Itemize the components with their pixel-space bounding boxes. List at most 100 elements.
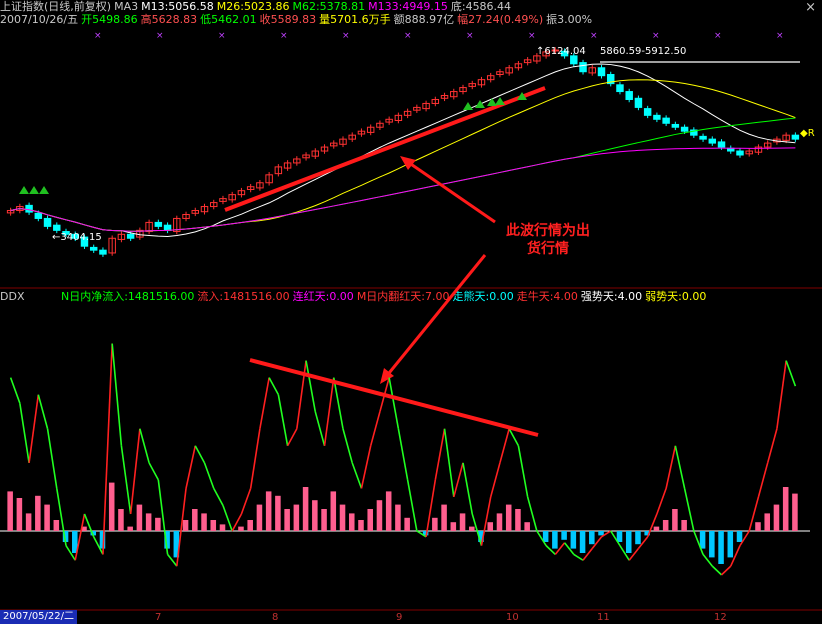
ddx-bar xyxy=(192,509,198,531)
ddx-bar xyxy=(662,520,669,531)
low-label: ←3404.15 xyxy=(52,232,102,243)
ddx-line xyxy=(286,428,298,447)
ddx-bar xyxy=(182,520,189,531)
ddx-line xyxy=(314,411,326,447)
ddx-bar xyxy=(164,531,170,549)
signal-marker-icon: × xyxy=(652,31,660,41)
range-label: 5860.59-5912.50 xyxy=(600,46,687,57)
candle-body xyxy=(25,204,33,213)
ddx-bar xyxy=(459,513,466,531)
month-tick: 7 xyxy=(155,612,162,623)
ddx-line xyxy=(176,488,187,567)
ddx-line xyxy=(637,536,649,550)
ddx-bar xyxy=(201,513,207,531)
candle-body xyxy=(791,134,800,140)
month-tick: 9 xyxy=(396,612,403,623)
candle-body xyxy=(699,135,707,140)
ddx-bar xyxy=(561,531,567,540)
ddx-line xyxy=(776,360,787,429)
ddx-line xyxy=(249,428,261,489)
candle-body xyxy=(163,224,172,231)
ddx-bar xyxy=(644,531,650,536)
ddx-bar xyxy=(672,509,678,531)
ddx-line xyxy=(83,513,95,538)
ddx-line xyxy=(46,428,58,489)
ddx-line xyxy=(683,488,695,532)
ddx-bar xyxy=(81,526,87,531)
ddx-bar xyxy=(515,509,521,531)
ddx-bar xyxy=(764,513,770,531)
ddx-line xyxy=(194,445,206,464)
ddx-bar xyxy=(247,520,253,531)
ddx-line xyxy=(416,530,427,538)
signal-marker-icon: × xyxy=(528,31,536,41)
ddx-bar xyxy=(542,531,549,542)
ddx-bar xyxy=(404,517,410,531)
candle-body xyxy=(717,141,726,148)
ddx-line xyxy=(757,462,769,498)
ddx-line xyxy=(55,488,67,546)
ddx-line xyxy=(148,462,160,481)
ddx-line xyxy=(129,428,141,515)
ddx-line xyxy=(19,403,30,463)
candle-body xyxy=(625,91,633,100)
ddx-bar xyxy=(25,513,32,531)
ddx-line xyxy=(508,428,520,447)
consecutive-red: 连红天:0.00 xyxy=(292,290,354,303)
price-panel[interactable]: × × × × × × × × × × × × xyxy=(0,0,822,290)
ddx-line xyxy=(277,394,289,446)
ddx-bar xyxy=(570,531,577,549)
ddx-bar xyxy=(90,531,97,536)
ddx-bar xyxy=(773,504,780,531)
ddx-line xyxy=(323,377,335,446)
ddx-line xyxy=(646,513,658,538)
ddx-line xyxy=(268,377,280,396)
annotation-line-1: 此波行情为出 xyxy=(506,223,590,239)
ddx-name: DDX xyxy=(0,290,25,303)
ddx-line xyxy=(628,548,640,561)
ddx-bar xyxy=(736,531,743,542)
signal-marker-icon: × xyxy=(466,31,474,41)
signal-marker-icon: × xyxy=(218,31,226,41)
ddx-bar xyxy=(145,513,152,531)
ddx-line xyxy=(360,445,372,489)
ddx-bar xyxy=(265,491,272,531)
candle-body xyxy=(634,97,643,108)
candle-body xyxy=(680,126,689,132)
signal-marker-icon: × xyxy=(94,31,102,41)
ddx-line xyxy=(554,542,566,555)
n-day-red: M日内翻红天:7.00 xyxy=(356,290,450,303)
signal-marker-icon: × xyxy=(342,31,350,41)
ddx-line xyxy=(434,428,446,481)
signal-marker-icon: × xyxy=(776,31,784,41)
ddx-line xyxy=(231,513,243,532)
strong-days: 强势天:4.00 xyxy=(580,290,643,303)
ddx-bar xyxy=(422,531,429,536)
buy-signal-icon xyxy=(495,97,505,105)
ma26-line xyxy=(10,79,796,232)
ddx-line xyxy=(453,462,464,498)
trend-line xyxy=(224,86,546,212)
ddx-bar xyxy=(496,513,503,531)
candle-body xyxy=(99,249,107,255)
ddx-line xyxy=(489,462,501,498)
weak-days: 弱势天:0.00 xyxy=(645,290,707,303)
signal-marker-icon: × xyxy=(714,31,722,41)
candle-body xyxy=(34,212,43,219)
ddx-bar xyxy=(589,531,595,545)
ddx-line xyxy=(573,553,584,561)
ddx-line xyxy=(702,553,713,567)
ddx-bar xyxy=(321,509,327,531)
ddx-line xyxy=(591,536,603,550)
ddx-bar xyxy=(312,500,318,531)
net-inflow: N日内净流入:1481516.00 xyxy=(60,290,195,303)
ddx-bar xyxy=(118,509,124,531)
ddx-line xyxy=(351,462,363,489)
ddx-bar xyxy=(127,526,133,531)
ddx-line xyxy=(499,428,510,464)
ddx-bar xyxy=(395,504,401,531)
arrow-head-icon xyxy=(380,368,394,384)
stock-chart-window: 上证指数(日线,前复权) MA3 M13:5056.58 M26:5023.86 M62… xyxy=(0,0,822,624)
ddx-line xyxy=(665,445,677,489)
ddx-line xyxy=(166,553,178,567)
